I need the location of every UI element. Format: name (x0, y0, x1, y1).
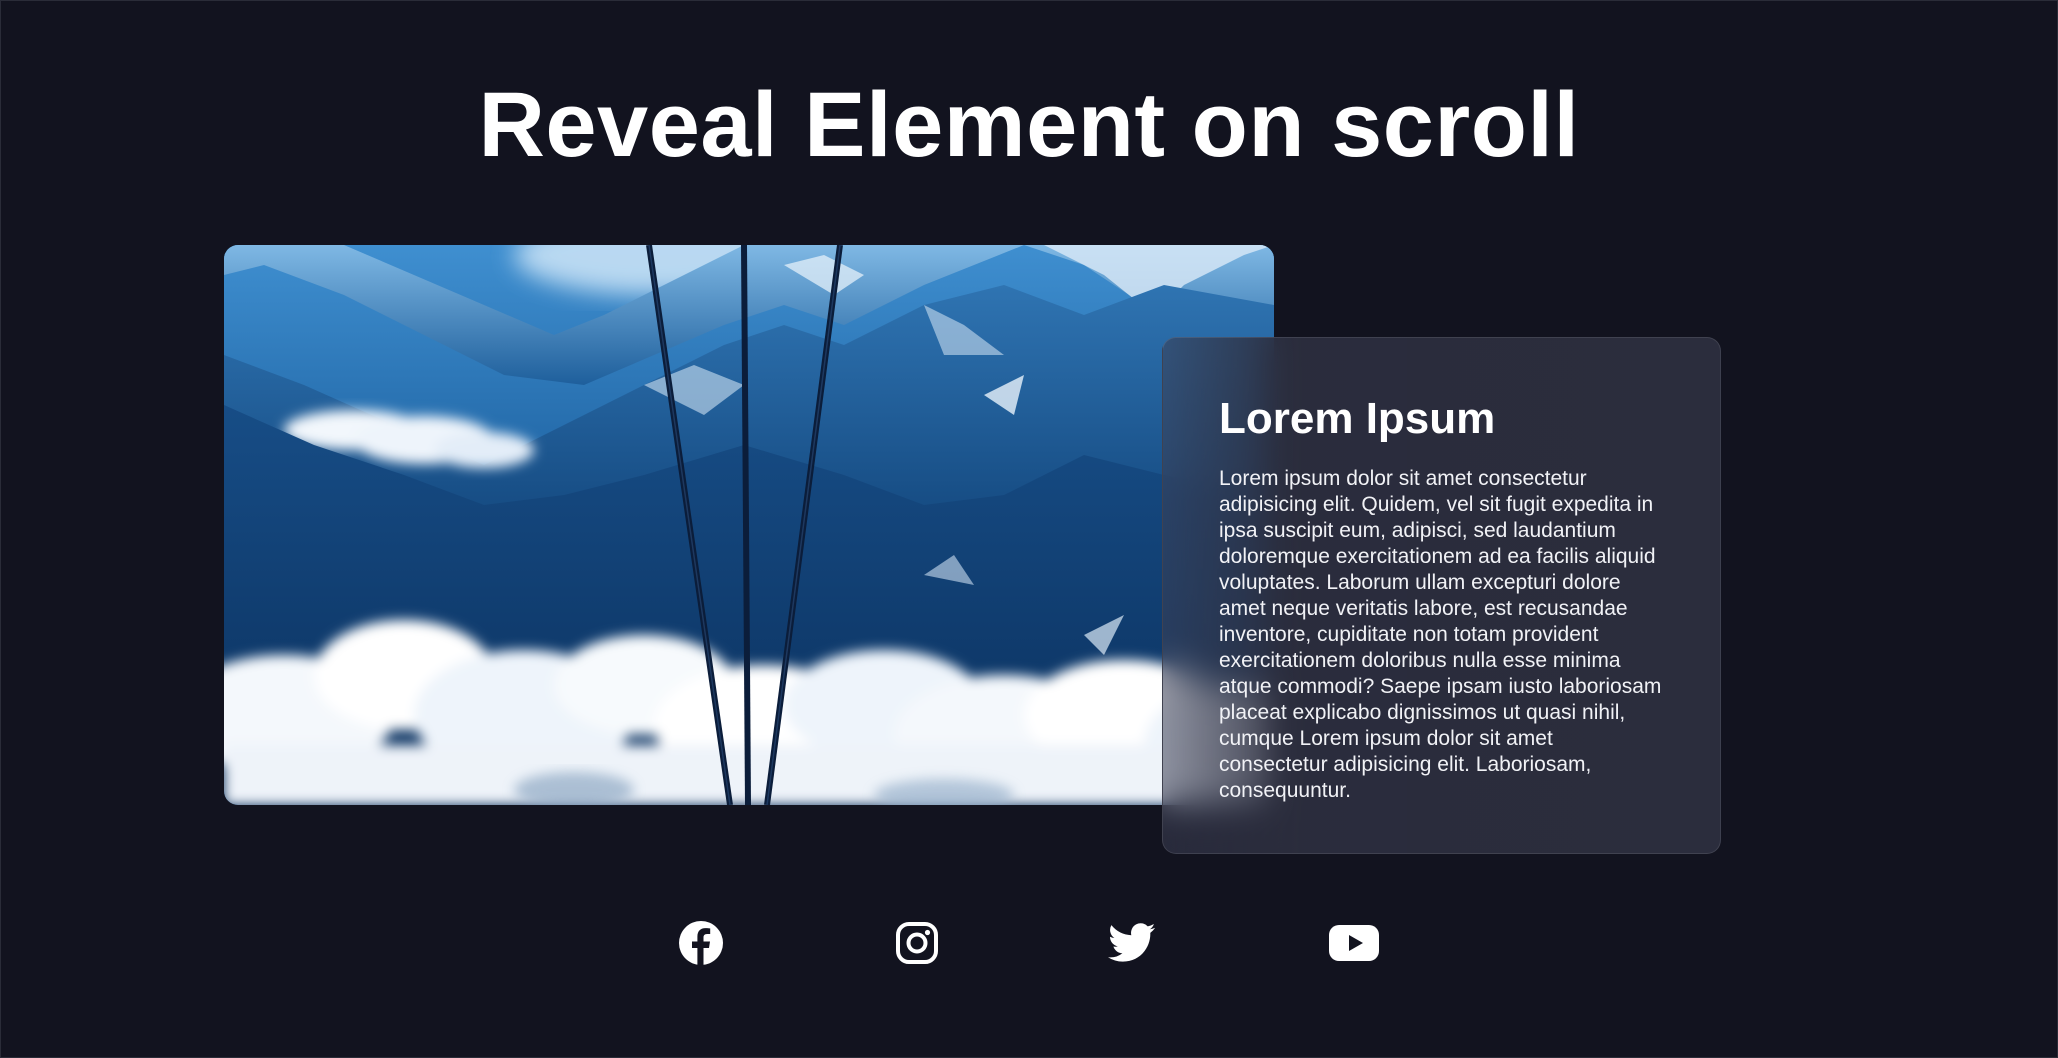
facebook-link[interactable] (673, 915, 729, 971)
card-body-text: Lorem ipsum dolor sit amet consectetur a… (1219, 467, 1662, 802)
page-title: Reveal Element on scroll (478, 74, 1580, 176)
youtube-link[interactable] (1326, 915, 1382, 971)
social-links (0, 915, 2058, 971)
instagram-icon (896, 922, 938, 964)
card-title: Lorem Ipsum (1219, 394, 1496, 443)
facebook-icon (679, 921, 723, 965)
twitter-icon (1108, 923, 1156, 962)
instagram-link[interactable] (889, 915, 945, 971)
youtube-icon (1329, 925, 1379, 961)
twitter-link[interactable] (1104, 915, 1160, 971)
info-card: Lorem Ipsum Lorem ipsum dolor sit amet c… (1162, 337, 1721, 854)
hero-image (224, 245, 1274, 805)
